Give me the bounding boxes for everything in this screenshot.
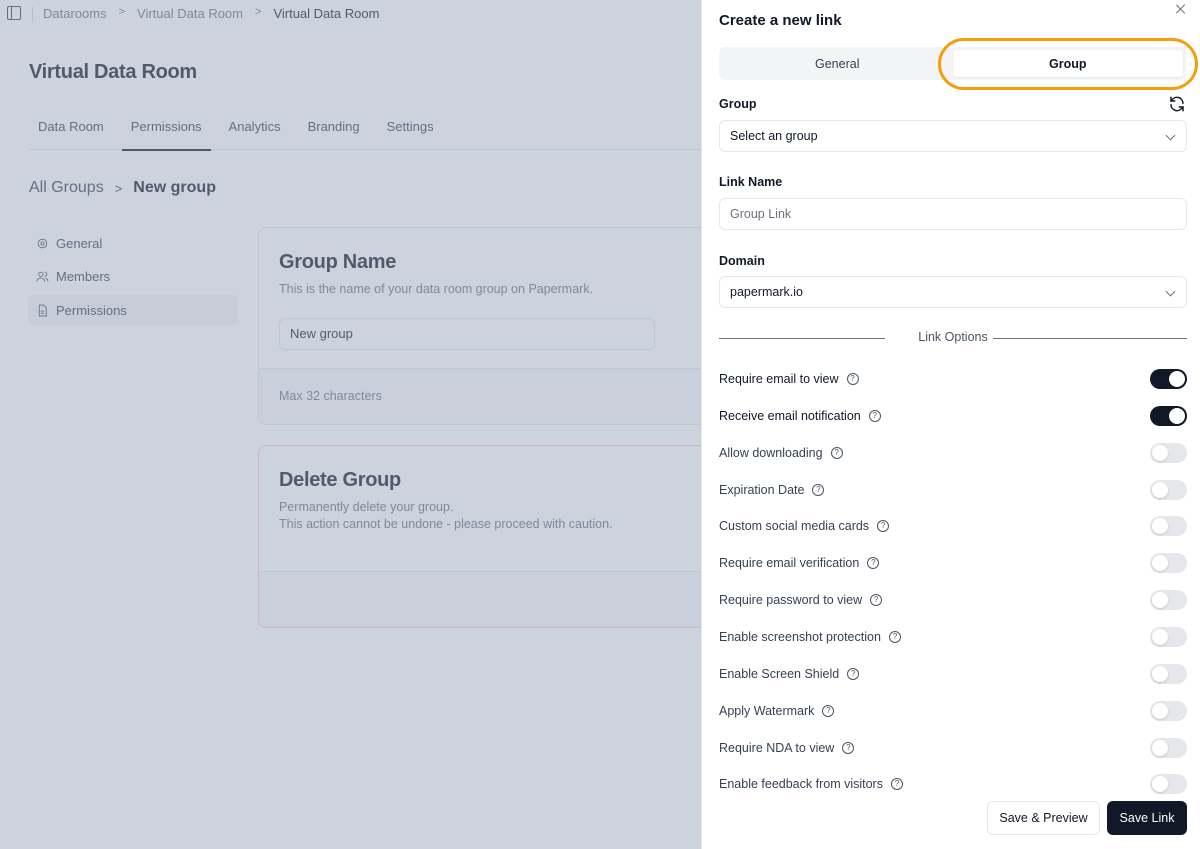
- divider-label: Link Options: [918, 330, 988, 344]
- domain-select[interactable]: papermark.io: [719, 276, 1187, 308]
- domain-label: Domain: [719, 254, 765, 268]
- option-toggle[interactable]: [1150, 663, 1187, 684]
- toggle-knob: [1152, 776, 1168, 793]
- link-option-row: Enable Screen Shield?: [719, 663, 1187, 685]
- option-toggle[interactable]: [1150, 737, 1187, 758]
- group-select[interactable]: Select an group: [719, 120, 1187, 152]
- toggle-knob: [1152, 628, 1168, 645]
- option-label: Require email to view: [719, 372, 839, 386]
- link-option-row: Require email verification?: [719, 552, 1187, 574]
- option-toggle[interactable]: [1150, 516, 1187, 537]
- option-label: Allow downloading: [719, 445, 823, 460]
- option-toggle[interactable]: [1150, 479, 1187, 500]
- link-options-divider: Link Options: [719, 330, 1187, 344]
- link-name-input[interactable]: Group Link: [719, 198, 1187, 230]
- link-option-row: Enable screenshot protection?: [719, 626, 1187, 648]
- divider-line: [993, 338, 1187, 339]
- help-circle-icon[interactable]: ?: [890, 778, 903, 791]
- link-type-tabs: General Group: [719, 47, 1186, 80]
- help-circle-icon[interactable]: ?: [842, 741, 855, 754]
- link-option-row: Require email to view?: [719, 368, 1187, 390]
- help-circle-icon[interactable]: ?: [877, 520, 890, 533]
- toggle-knob: [1169, 371, 1185, 387]
- close-icon[interactable]: [1174, 3, 1188, 17]
- toggle-knob: [1152, 481, 1168, 498]
- sheet-title: Create a new link: [719, 12, 842, 29]
- help-circle-icon[interactable]: ?: [847, 667, 860, 680]
- option-toggle[interactable]: [1150, 700, 1187, 721]
- link-option-row: Require NDA to view?: [719, 737, 1187, 759]
- help-circle-icon[interactable]: ?: [870, 594, 883, 607]
- group-select-value: Select an group: [730, 129, 818, 143]
- option-label: Require email verification: [719, 556, 860, 571]
- option-label: Receive email notification: [719, 408, 861, 423]
- domain-select-value: papermark.io: [730, 285, 803, 299]
- save-preview-button[interactable]: Save & Preview: [987, 801, 1100, 835]
- link-option-row: Allow downloading?: [719, 442, 1187, 464]
- save-link-button[interactable]: Save Link: [1107, 801, 1187, 835]
- toggle-knob: [1152, 592, 1168, 609]
- help-circle-icon[interactable]: ?: [846, 373, 859, 385]
- help-circle-icon[interactable]: ?: [867, 557, 880, 570]
- link-option-row: Require password to view?: [719, 589, 1187, 611]
- option-toggle[interactable]: [1150, 553, 1187, 574]
- option-label: Enable screenshot protection: [719, 629, 881, 644]
- link-name-label: Link Name: [719, 175, 783, 189]
- toggle-knob: [1152, 555, 1168, 572]
- chevron-down-icon: [1165, 130, 1176, 141]
- option-label: Enable feedback from visitors: [719, 777, 883, 792]
- tab-group[interactable]: Group: [952, 50, 1183, 77]
- toggle-knob: [1152, 739, 1168, 756]
- option-label: Expiration Date: [719, 482, 805, 497]
- option-label: Require password to view: [719, 593, 863, 608]
- link-option-row: Receive email notification?: [719, 405, 1187, 427]
- tab-general[interactable]: General: [722, 50, 953, 77]
- option-label: Require NDA to view: [719, 740, 835, 755]
- option-toggle[interactable]: [1150, 590, 1187, 611]
- toggle-knob: [1152, 518, 1168, 535]
- group-label: Group: [719, 97, 757, 111]
- toggle-knob: [1152, 665, 1168, 682]
- link-option-row: Custom social media cards?: [719, 515, 1187, 537]
- help-circle-icon[interactable]: ?: [812, 483, 825, 496]
- toggle-knob: [1152, 702, 1168, 719]
- create-link-sheet: Create a new link General Group Group Se…: [701, 0, 1200, 849]
- help-circle-icon[interactable]: ?: [888, 630, 901, 643]
- chevron-down-icon: [1165, 286, 1176, 297]
- option-toggle[interactable]: [1150, 442, 1187, 463]
- refresh-icon[interactable]: [1168, 95, 1186, 113]
- option-toggle[interactable]: [1150, 405, 1187, 426]
- link-option-row: Apply Watermark?: [719, 700, 1187, 722]
- help-circle-icon[interactable]: ?: [868, 409, 881, 422]
- option-toggle[interactable]: [1150, 774, 1187, 795]
- link-name-placeholder: Group Link: [730, 207, 792, 221]
- option-label: Enable Screen Shield: [719, 666, 840, 681]
- link-option-row: Expiration Date?: [719, 479, 1187, 501]
- option-toggle[interactable]: [1150, 626, 1187, 647]
- help-circle-icon[interactable]: ?: [822, 704, 835, 717]
- link-option-row: Enable feedback from visitors?: [719, 773, 1187, 795]
- toggle-knob: [1152, 444, 1168, 461]
- option-label: Custom social media cards: [719, 519, 870, 534]
- help-circle-icon[interactable]: ?: [830, 446, 843, 459]
- toggle-knob: [1169, 407, 1185, 424]
- option-toggle[interactable]: [1150, 369, 1187, 389]
- option-label: Apply Watermark: [719, 703, 815, 718]
